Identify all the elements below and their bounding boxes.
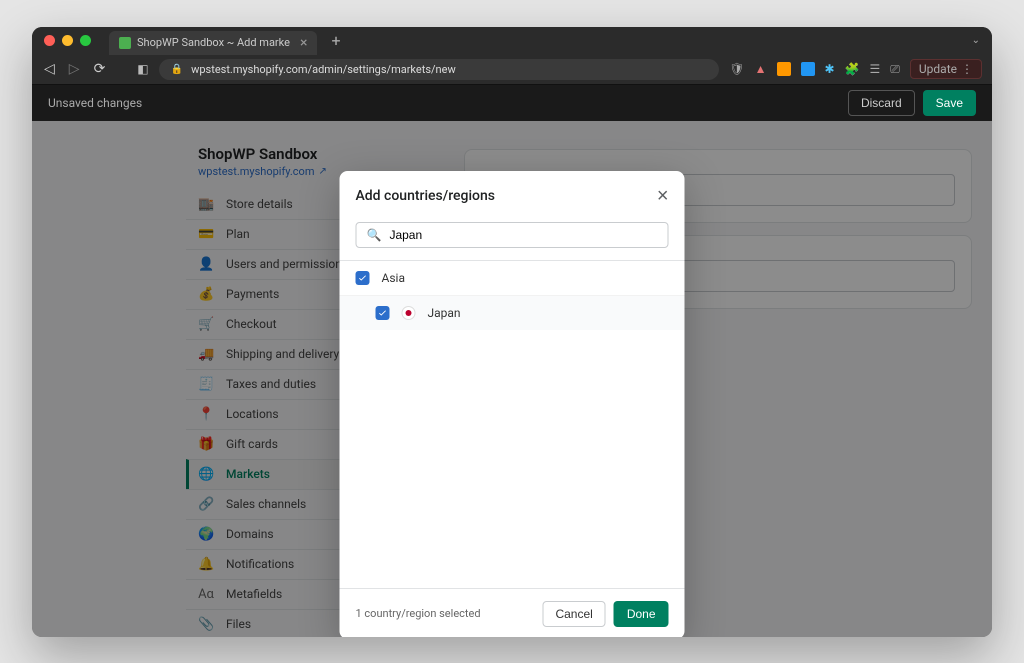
browser-tab[interactable]: ShopWP Sandbox ~ Add marke × (109, 31, 317, 55)
modal-close-button[interactable]: × (657, 185, 669, 208)
url-bar: ◁ ▷ ⟳ ◧ 🔒 wpstest.myshopify.com/admin/se… (32, 55, 992, 85)
unsaved-changes-text: Unsaved changes (48, 96, 142, 110)
extensions-icon[interactable]: 🧩 (845, 62, 860, 76)
tab-close-icon[interactable]: × (300, 35, 307, 51)
checkbox-japan[interactable] (376, 306, 390, 320)
new-tab-button[interactable]: + (325, 31, 346, 50)
save-button[interactable]: Save (923, 90, 976, 116)
modal-title: Add countries/regions (356, 188, 495, 204)
search-input[interactable] (389, 228, 657, 242)
discard-button[interactable]: Discard (848, 90, 915, 116)
lock-icon: 🔒 (171, 64, 183, 75)
modal-footer: 1 country/region selected Cancel Done (340, 588, 685, 637)
page-content: ShopWP Sandbox wpstest.myshopify.com ↗ 🏬… (32, 121, 992, 637)
cancel-button[interactable]: Cancel (542, 601, 605, 627)
modal-header: Add countries/regions × (340, 171, 685, 222)
ext-icon-3[interactable]: ✱ (825, 62, 835, 76)
tabs-dropdown-icon[interactable]: ⌄ (972, 35, 980, 46)
address-bar[interactable]: 🔒 wpstest.myshopify.com/admin/settings/m… (159, 59, 720, 80)
ext-icon-1[interactable] (777, 62, 791, 76)
country-label: Japan (428, 306, 461, 320)
modal-search-wrapper: 🔍 (340, 222, 685, 260)
minimize-window-button[interactable] (62, 35, 73, 46)
back-button[interactable]: ◁ (42, 61, 57, 77)
country-row-japan[interactable]: Japan (340, 296, 685, 330)
flag-japan-icon (402, 306, 416, 320)
maximize-window-button[interactable] (80, 35, 91, 46)
region-row-asia[interactable]: Asia (340, 261, 685, 296)
search-icon: 🔍 (367, 228, 382, 242)
warning-icon[interactable]: ▲ (755, 62, 767, 76)
browser-window: ShopWP Sandbox ~ Add marke × + ⌄ ◁ ▷ ⟳ ◧… (32, 27, 992, 637)
region-label: Asia (382, 271, 405, 285)
menu-icon: ⋮ (961, 62, 973, 76)
close-icon: × (657, 185, 669, 207)
update-button[interactable]: Update ⋮ (910, 59, 982, 79)
search-field[interactable]: 🔍 (356, 222, 669, 248)
ext-icon-2[interactable] (801, 62, 815, 76)
close-window-button[interactable] (44, 35, 55, 46)
reading-list-icon[interactable]: ☰ (870, 62, 881, 76)
forward-button[interactable]: ▷ (67, 61, 82, 77)
selected-count-text: 1 country/region selected (356, 607, 481, 620)
shield-icon[interactable]: 🛡 (729, 62, 744, 76)
reload-button[interactable]: ⟳ (92, 61, 108, 77)
traffic-lights (44, 35, 91, 46)
sidebar-toggle-icon[interactable]: ◧ (137, 62, 148, 76)
done-button[interactable]: Done (614, 601, 669, 627)
checkbox-asia[interactable] (356, 271, 370, 285)
title-bar: ShopWP Sandbox ~ Add marke × + ⌄ (32, 27, 992, 55)
app-bar: Unsaved changes Discard Save (32, 85, 992, 121)
add-countries-modal: Add countries/regions × 🔍 Asia (340, 171, 685, 637)
modal-body: Asia Japan (340, 260, 685, 588)
url-text: wpstest.myshopify.com/admin/settings/mar… (191, 63, 456, 76)
cast-icon[interactable]: ⎚ (890, 62, 900, 77)
tab-title: ShopWP Sandbox ~ Add marke (137, 36, 290, 49)
tab-favicon (119, 37, 131, 49)
url-right-icons: 🛡 ▲ ✱ 🧩 ☰ ⎚ Update ⋮ (729, 59, 982, 79)
update-label: Update (919, 62, 957, 76)
